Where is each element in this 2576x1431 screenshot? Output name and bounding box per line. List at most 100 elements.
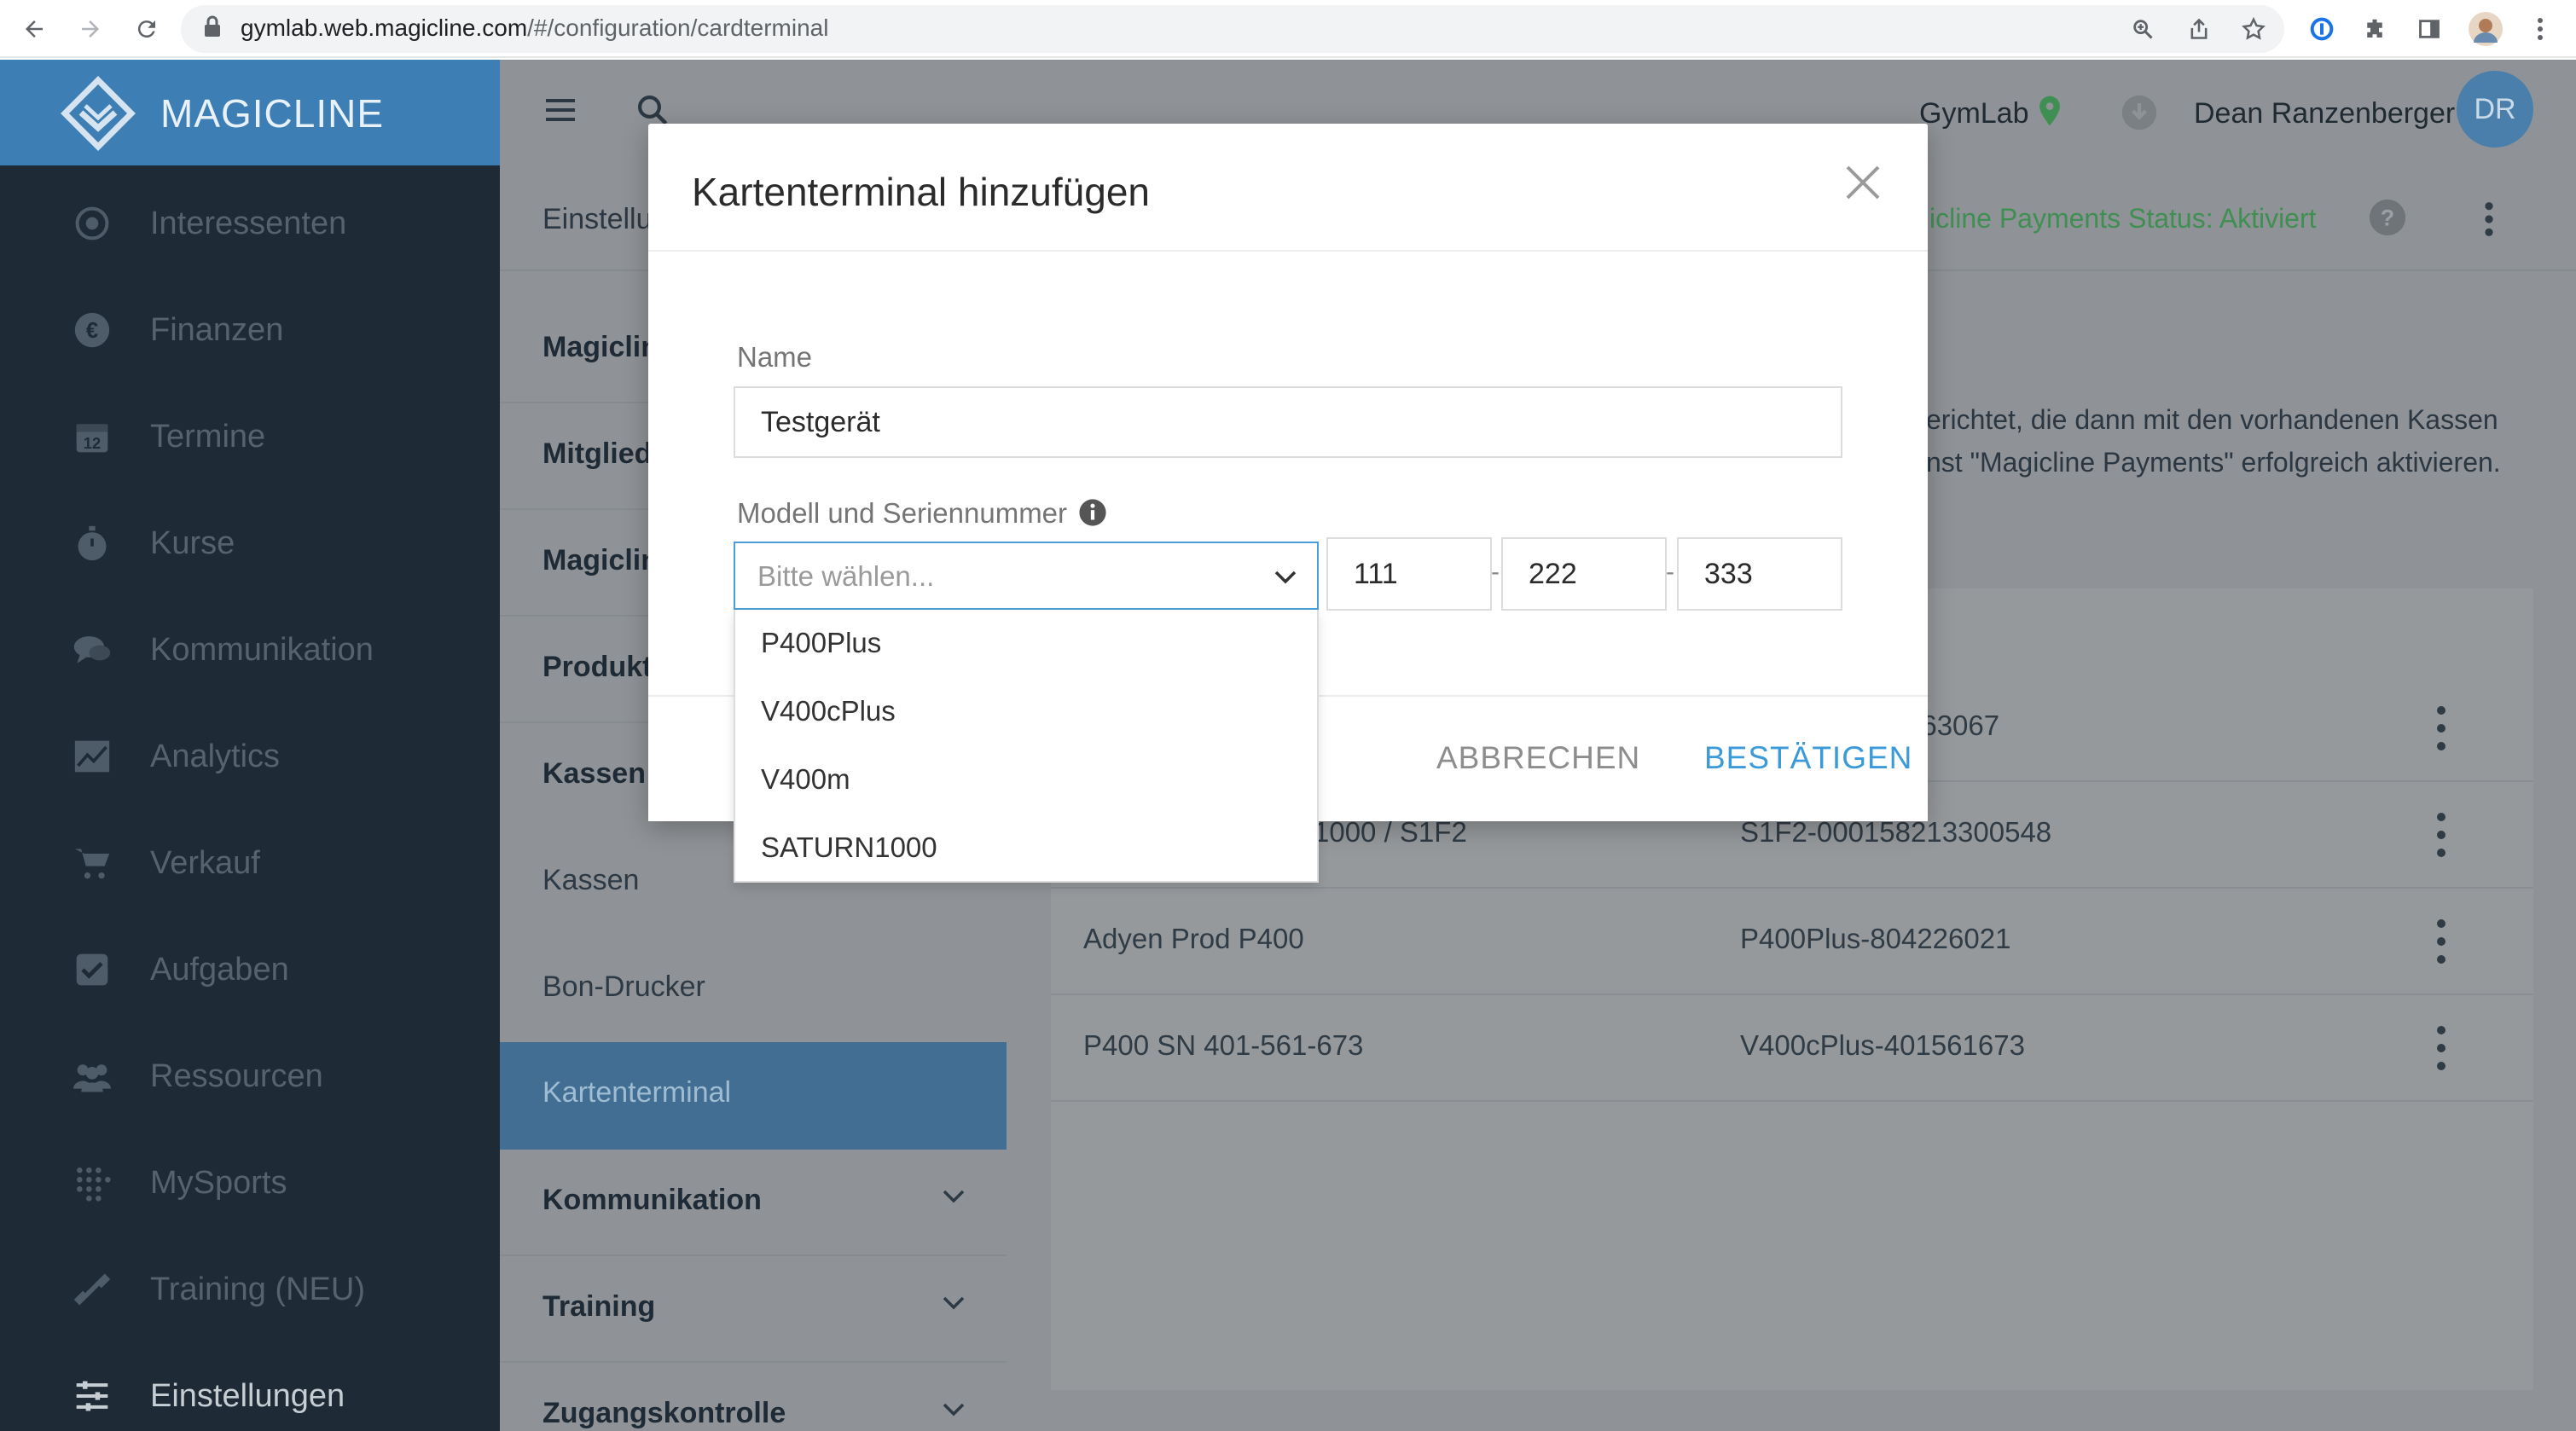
user-name[interactable]: Dean Ranzenberger xyxy=(2194,97,2455,130)
sidebar-item-kurse[interactable]: Kurse xyxy=(0,490,500,597)
info-icon[interactable] xyxy=(1078,498,1107,531)
name-input[interactable] xyxy=(734,386,1842,458)
chevron-down-icon xyxy=(942,1182,966,1211)
dropdown-option[interactable]: V400cPlus xyxy=(761,695,896,727)
serial-part-1-input[interactable] xyxy=(1326,537,1492,611)
settings-nav-item-kartenterminal[interactable]: Kartenterminal xyxy=(500,1042,1007,1150)
checkbox-icon xyxy=(72,949,113,990)
description-line-1: erichtet, die dann mit den vorhandenen K… xyxy=(1926,404,2498,435)
sidebar-item-label: Kommunikation xyxy=(150,632,374,668)
extensions-icon[interactable] xyxy=(2356,10,2393,48)
url-text[interactable]: gymlab.web.magicline.com/#/configuration… xyxy=(241,10,828,46)
settings-nav-label: Training xyxy=(542,1290,656,1323)
sidebar-item-label: MySports xyxy=(150,1165,287,1201)
settings-nav-label: Mitglied xyxy=(542,437,653,470)
table-row[interactable]: Adyen Prod P400 P400Plus-804226021 xyxy=(1051,889,2533,995)
side-panel-icon[interactable] xyxy=(2411,10,2448,48)
svg-text:12: 12 xyxy=(84,434,101,452)
confirm-button[interactable]: BESTÄTIGEN xyxy=(1704,740,1912,776)
dropdown-option[interactable]: P400Plus xyxy=(761,627,881,659)
model-serial-label: Modell und Seriennummer xyxy=(737,497,1068,529)
studio-name[interactable]: GymLab xyxy=(1919,97,2029,130)
target-icon xyxy=(72,203,113,244)
people-icon xyxy=(72,1056,113,1097)
settings-nav-label: Kommunikation xyxy=(542,1184,762,1216)
sidebar-item-label: Finanzen xyxy=(150,312,284,348)
close-icon[interactable] xyxy=(1841,160,1885,205)
settings-nav-item-training[interactable]: Training xyxy=(500,1256,1007,1363)
profile-avatar-icon[interactable] xyxy=(2467,10,2504,48)
terminal-serial: P400Plus-804226021 xyxy=(1740,923,2011,954)
settings-nav-label: Kassen xyxy=(542,864,640,896)
payments-status: icline Payments Status: Aktiviert xyxy=(1929,203,2317,234)
cart-icon xyxy=(72,843,113,884)
dropdown-option[interactable]: V400m xyxy=(761,763,850,796)
hamburger-menu-icon[interactable] xyxy=(546,97,575,127)
sidebar-item-training[interactable]: Training (NEU) xyxy=(0,1237,500,1343)
row-menu-icon[interactable] xyxy=(2433,919,2450,964)
sidebar-item-kommunikation[interactable]: Kommunikation xyxy=(0,597,500,704)
back-icon[interactable] xyxy=(14,9,55,49)
magicline-logo xyxy=(60,75,136,156)
sidebar-item-label: Termine xyxy=(150,419,266,455)
dumbbell-icon xyxy=(72,1269,113,1310)
settings-nav-label: Magiclin xyxy=(542,544,659,576)
row-menu-icon[interactable] xyxy=(2433,1026,2450,1070)
settings-nav-label: Zugangskontrolle xyxy=(542,1397,786,1429)
sidebar-item-einstellungen[interactable]: Einstellungen xyxy=(0,1343,500,1431)
stopwatch-icon xyxy=(72,523,113,564)
row-menu-icon[interactable] xyxy=(2433,706,2450,750)
zoom-icon[interactable] xyxy=(2124,10,2161,48)
sidebar-item-aufgaben[interactable]: Aufgaben xyxy=(0,917,500,1023)
url-path: /#/configuration/cardterminal xyxy=(527,14,829,41)
chevron-down-icon xyxy=(942,1289,966,1318)
user-avatar[interactable]: DR xyxy=(2457,71,2533,148)
forward-icon[interactable] xyxy=(70,9,111,49)
settings-nav-label: Magiclin xyxy=(542,331,659,363)
terminal-serial: V400cPlus-401561673 xyxy=(1740,1029,2025,1061)
password-manager-icon[interactable] xyxy=(2303,10,2341,48)
browser-menu-icon[interactable] xyxy=(2521,10,2559,48)
more-options-icon[interactable] xyxy=(2482,200,2496,243)
sidebar-item-mysports[interactable]: MySports xyxy=(0,1130,500,1237)
sliders-icon xyxy=(72,1376,113,1417)
help-icon[interactable]: ? xyxy=(2368,198,2407,241)
euro-icon: € xyxy=(72,310,113,351)
sidebar-item-finanzen[interactable]: € Finanzen xyxy=(0,277,500,384)
cancel-button[interactable]: ABBRECHEN xyxy=(1436,740,1640,776)
serial-part-3-input[interactable] xyxy=(1677,537,1842,611)
settings-nav-label: Kartenterminal xyxy=(542,1076,732,1109)
row-menu-icon[interactable] xyxy=(2433,813,2450,857)
sidebar-item-label: Analytics xyxy=(150,739,281,774)
bookmark-star-icon[interactable] xyxy=(2235,10,2272,48)
sidebar-item-analytics[interactable]: Analytics xyxy=(0,704,500,810)
chevron-down-icon xyxy=(942,1395,966,1424)
location-pin-icon xyxy=(2039,96,2061,130)
dots-grid-icon xyxy=(72,1162,113,1203)
chat-icon xyxy=(72,629,113,670)
chevron-down-icon xyxy=(1273,564,1298,589)
sidebar-item-interessenten[interactable]: Interessenten xyxy=(0,171,500,277)
reload-icon[interactable] xyxy=(126,9,167,49)
download-icon[interactable] xyxy=(2121,94,2158,136)
settings-nav-item-kommunikation[interactable]: Kommunikation xyxy=(500,1150,1007,1256)
sidebar-item-verkauf[interactable]: Verkauf xyxy=(0,810,500,917)
lock-icon[interactable] xyxy=(203,15,222,38)
sidebar-item-ressourcen[interactable]: Ressourcen xyxy=(0,1023,500,1130)
share-icon[interactable] xyxy=(2180,10,2218,48)
model-select-placeholder: Bitte wählen... xyxy=(757,560,935,592)
settings-nav-item-zugangskontrolle[interactable]: Zugangskontrolle xyxy=(500,1363,1007,1431)
sidebar-item-label: Training (NEU) xyxy=(150,1272,365,1307)
dialog-title: Kartenterminal hinzufügen xyxy=(692,170,1150,214)
serial-part-2-input[interactable] xyxy=(1501,537,1667,611)
model-select[interactable]: Bitte wählen... xyxy=(734,542,1319,610)
table-row[interactable]: P400 SN 401-561-673 V400cPlus-401561673 xyxy=(1051,995,2533,1102)
url-host: gymlab.web.magicline.com xyxy=(241,14,528,41)
settings-nav-item-bon-drucker[interactable]: Bon-Drucker xyxy=(500,936,1007,1043)
dropdown-option[interactable]: SATURN1000 xyxy=(761,831,937,864)
sidebar-item-termine[interactable]: 12 Termine xyxy=(0,384,500,490)
sidebar-item-label: Ressourcen xyxy=(150,1058,323,1094)
sidebar-item-label: Kurse xyxy=(150,525,235,561)
terminal-name: Adyen Prod P400 xyxy=(1083,923,1304,954)
calendar-icon: 12 xyxy=(72,416,113,457)
